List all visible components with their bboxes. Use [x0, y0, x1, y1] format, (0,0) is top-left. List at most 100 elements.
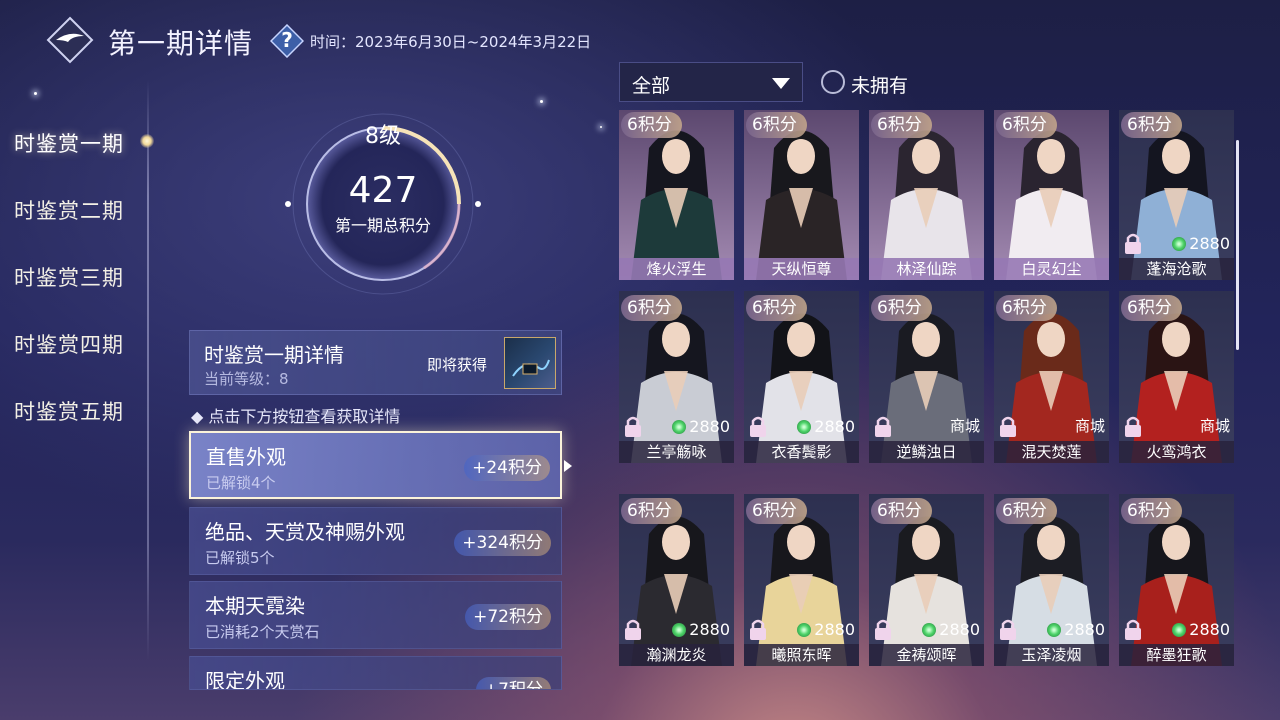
- outfit-name: 瀚渊龙炎: [619, 644, 734, 666]
- jade-coin-icon: [672, 420, 687, 434]
- lock-icon: [999, 618, 1017, 640]
- entry-limited[interactable]: 限定外观 +7积分: [189, 656, 562, 690]
- score-tag: 6积分: [621, 498, 682, 524]
- jade-coin-icon: [797, 420, 812, 434]
- lock-icon: [999, 415, 1017, 437]
- level-label: 8级: [365, 124, 401, 149]
- selected-arrow-icon: [564, 460, 572, 472]
- jade-coin-icon: [1172, 237, 1187, 251]
- lock-icon: [624, 415, 642, 437]
- entry-sub: 已解锁5个: [205, 549, 275, 567]
- price-label: 2880: [672, 417, 730, 436]
- outfit-name: 醉墨狂歌: [1119, 644, 1234, 666]
- unowned-radio[interactable]: [821, 70, 845, 94]
- outfit-card[interactable]: 6积分 2880 醉墨狂歌: [1119, 494, 1234, 666]
- outfit-name: 曦照东晖: [744, 644, 859, 666]
- menu-item-period-4[interactable]: 时鉴赏四期: [14, 329, 124, 396]
- current-level: 当前等级：8: [204, 370, 289, 388]
- period-menu: 时鉴赏一期 时鉴赏二期 时鉴赏三期 时鉴赏四期 时鉴赏五期: [14, 128, 124, 463]
- price-label: 2880: [797, 620, 855, 639]
- sparkle-star: [540, 100, 543, 103]
- score-tag: 6积分: [871, 112, 932, 138]
- menu-divider: [147, 80, 149, 660]
- lock-icon: [749, 415, 767, 437]
- outfit-name: 兰亭觞咏: [619, 441, 734, 463]
- period-detail-panel: 时鉴赏一期详情 当前等级：8 即将获得: [189, 330, 562, 395]
- unowned-label[interactable]: 未拥有: [851, 71, 908, 98]
- shop-source-label: 商城: [1199, 417, 1230, 435]
- outfit-name: 玉泽凌烟: [994, 644, 1109, 666]
- jade-coin-icon: [922, 623, 937, 637]
- outfit-card[interactable]: 6积分商城混天焚莲: [994, 291, 1109, 463]
- lock-icon: [1124, 232, 1142, 254]
- score-tag: 6积分: [996, 295, 1057, 321]
- entry-premium[interactable]: 绝品、天赏及神赐外观 已解锁5个 +324积分: [189, 507, 562, 575]
- price-label: 2880: [1172, 234, 1230, 253]
- score-tag: 6积分: [996, 498, 1057, 524]
- lock-icon: [749, 618, 767, 640]
- menu-item-period-2[interactable]: 时鉴赏二期: [14, 195, 124, 262]
- chevron-down-icon: [772, 78, 790, 89]
- score-tag: 6积分: [1121, 112, 1182, 138]
- menu-item-period-1[interactable]: 时鉴赏一期: [14, 128, 124, 195]
- jade-coin-icon: [1172, 623, 1187, 637]
- menu-item-period-5[interactable]: 时鉴赏五期: [14, 396, 124, 463]
- outfit-card[interactable]: 6积分天纵恒尊: [744, 110, 859, 280]
- outfit-name: 白灵幻尘: [994, 258, 1109, 280]
- lock-icon: [624, 618, 642, 640]
- score-tag: 6积分: [746, 295, 807, 321]
- entry-score-badge: +24积分: [464, 455, 550, 481]
- outfit-card[interactable]: 6积分商城逆鳞浊日: [869, 291, 984, 463]
- entry-title: 本期天霓染: [205, 594, 305, 618]
- entry-score-badge: +7积分: [475, 677, 551, 689]
- jade-coin-icon: [672, 623, 687, 637]
- outfit-card[interactable]: 6积分 2880 瀚渊龙炎: [619, 494, 734, 666]
- outfit-card[interactable]: 6积分白灵幻尘: [994, 110, 1109, 280]
- grid-scrollbar[interactable]: [1236, 140, 1239, 350]
- outfit-card[interactable]: 6积分 烽火浮生: [619, 110, 734, 280]
- entry-title: 直售外观: [206, 445, 286, 469]
- price-label: 2880: [1172, 620, 1230, 639]
- jade-coin-icon: [797, 623, 812, 637]
- outfit-name: 蓬海沧歌: [1119, 258, 1234, 280]
- score-tag: 6积分: [1121, 295, 1182, 321]
- outfit-name: 混天焚莲: [994, 441, 1109, 463]
- upcoming-reward-thumbnail[interactable]: [504, 337, 556, 389]
- outfit-name: 林泽仙踪: [869, 258, 984, 280]
- outfit-name: 金祷颂晖: [869, 644, 984, 666]
- outfit-card[interactable]: 6积分 2880 兰亭觞咏: [619, 291, 734, 463]
- score-tag: 6积分: [871, 295, 932, 321]
- category-dropdown[interactable]: 全部: [619, 62, 803, 102]
- outfit-grid: 6积分 烽火浮生 6积分 天纵恒尊 6积分 林泽仙踪 6积分 白灵幻尘 6积分 2880 蓬海沧歌 6…: [619, 110, 1241, 688]
- shop-source-label: 商城: [1074, 417, 1105, 435]
- entry-title: 绝品、天赏及神赐外观: [205, 520, 405, 544]
- score-tag: 6积分: [996, 112, 1057, 138]
- price-label: 2880: [1047, 620, 1105, 639]
- entry-score-badge: +72积分: [465, 604, 551, 630]
- entry-direct-sale[interactable]: 直售外观 已解锁4个 +24积分: [189, 431, 562, 499]
- outfit-card[interactable]: 6积分 2880 蓬海沧歌: [1119, 110, 1234, 280]
- score-tag: 6积分: [746, 498, 807, 524]
- outfit-name: 烽火浮生: [619, 258, 734, 280]
- active-indicator-icon: [140, 134, 154, 148]
- shop-source-label: 商城: [949, 417, 980, 435]
- entry-title: 限定外观: [205, 669, 285, 690]
- score-tag: 6积分: [746, 112, 807, 138]
- outfit-card[interactable]: 6积分 2880 衣香鬓影: [744, 291, 859, 463]
- jade-coin-icon: [1047, 623, 1062, 637]
- back-logo-icon[interactable]: [46, 16, 94, 64]
- hint-text: ◆ 点击下方按钮查看获取详情: [191, 407, 401, 426]
- outfit-card[interactable]: 6积分 2880 金祷颂晖: [869, 494, 984, 666]
- help-icon[interactable]: ?: [269, 23, 305, 59]
- outfit-name: 衣香鬓影: [744, 441, 859, 463]
- entry-dye[interactable]: 本期天霓染 已消耗2个天赏石 +72积分: [189, 581, 562, 649]
- outfit-card[interactable]: 6积分 2880 玉泽凌烟: [994, 494, 1109, 666]
- menu-item-period-3[interactable]: 时鉴赏三期: [14, 262, 124, 329]
- outfit-card[interactable]: 6积分 商城 火鸾鸿衣: [1119, 291, 1234, 463]
- outfit-card[interactable]: 6积分林泽仙踪: [869, 110, 984, 280]
- total-score-label: 第一期总积分: [334, 216, 431, 235]
- outfit-card[interactable]: 6积分 2880 曦照东晖: [744, 494, 859, 666]
- outfit-name: 逆鳞浊日: [869, 441, 984, 463]
- outfit-name: 天纵恒尊: [744, 258, 859, 280]
- page-title: 第一期详情: [108, 27, 254, 60]
